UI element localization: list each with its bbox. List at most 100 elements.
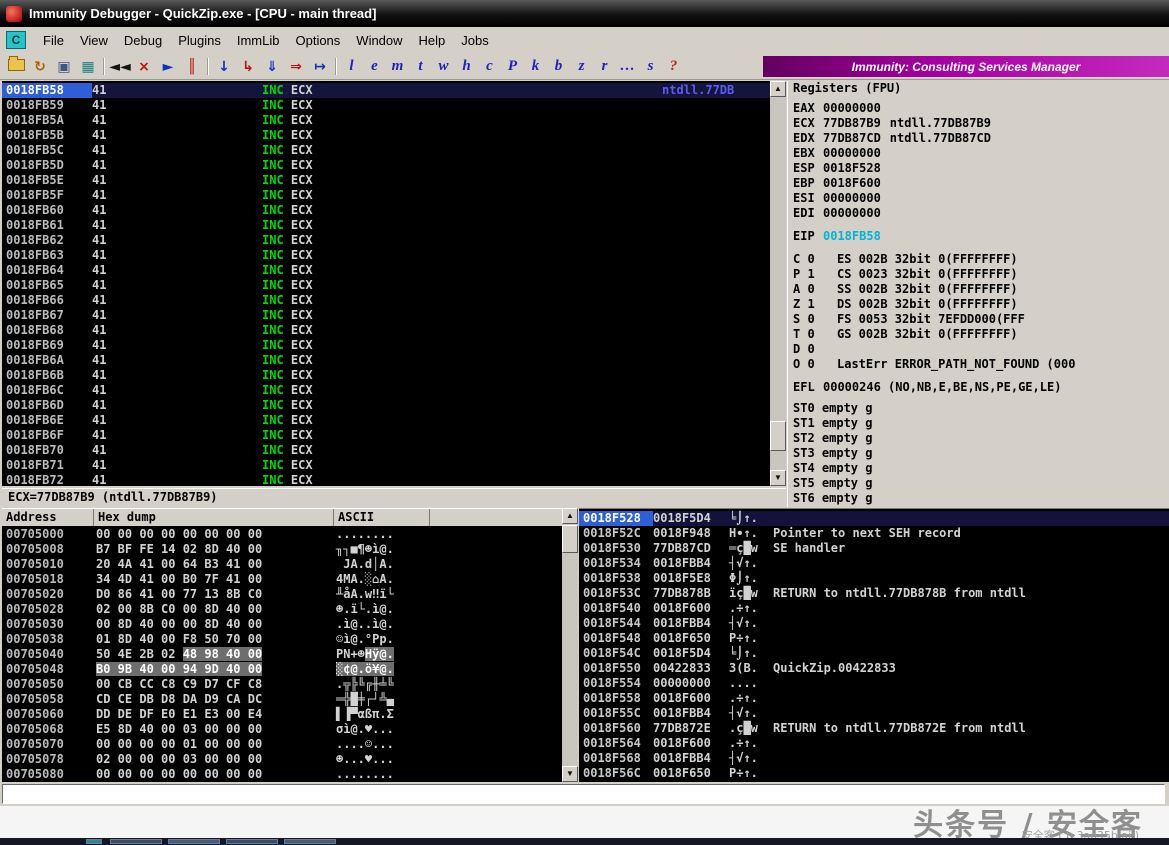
stack-row[interactable]: 0018F54C0018F5D4╘⌡↑. <box>579 646 1169 661</box>
register-row[interactable]: ECX77DB87B9ntdll.77DB87B9 <box>788 116 1169 131</box>
toolbar-letter-t[interactable]: t <box>409 55 432 77</box>
register-row[interactable]: EDX77DB87CDntdll.77DB87CD <box>788 131 1169 146</box>
taskbar-item[interactable] <box>226 839 278 844</box>
disasm-row[interactable]: 0018FB6741INC ECX <box>2 308 770 323</box>
stack-row[interactable]: 0018F5340018FBB4┤√↑. <box>579 556 1169 571</box>
dump-row[interactable]: 0070508000 00 00 00 00 00 00 00........ <box>2 767 562 782</box>
disasm-row[interactable]: 0018FB5941INC ECX <box>2 98 770 113</box>
stack-row[interactable]: 0018F56C0018F650P÷↑. <box>579 766 1169 781</box>
run-icon[interactable]: ► <box>156 56 180 78</box>
fpu-row[interactable]: ST5 empty g <box>788 476 1169 491</box>
pause-icon[interactable]: ║ <box>180 56 204 78</box>
register-row[interactable]: EBX00000000 <box>788 146 1169 161</box>
dump-row[interactable]: 00705060DD DE DF E0 E1 E3 00 E4▌▐▀αßπ.Σ <box>2 707 562 722</box>
disasm-row[interactable]: 0018FB5B41INC ECX <box>2 128 770 143</box>
dump-row[interactable]: 0070507802 00 00 00 03 00 00 00☻...♥... <box>2 752 562 767</box>
taskbar-item[interactable] <box>86 839 102 844</box>
stack-row[interactable]: 0018F56077DB872E.ç█wRETURN to ntdll.77DB… <box>579 721 1169 736</box>
toolbar-letter-k[interactable]: k <box>524 55 547 77</box>
dump-row[interactable]: 0070505000 CB CC C8 C9 D7 CF C8.╦╠╚╔╫╧╚ <box>2 677 562 692</box>
scrollbar-thumb[interactable] <box>562 525 578 553</box>
flag-row[interactable]: T 0GS 002B 32bit 0(FFFFFFFF) <box>788 327 1169 342</box>
disasm-row[interactable]: 0018FB6241INC ECX <box>2 233 770 248</box>
flag-row[interactable]: S 0FS 0053 32bit 7EFDD000(FFF <box>788 312 1169 327</box>
taskbar-item[interactable] <box>284 839 336 844</box>
toolbar-letter-r[interactable]: r <box>593 55 616 77</box>
dump-row[interactable]: 0070507000 00 00 00 01 00 00 00....☺... <box>2 737 562 752</box>
step-into-icon[interactable]: ↓ <box>212 56 236 78</box>
disasm-row[interactable]: 0018FB6F41INC ECX <box>2 428 770 443</box>
scrollbar-thumb[interactable] <box>770 421 786 451</box>
register-row[interactable]: ESP0018F528 <box>788 161 1169 176</box>
disasm-row[interactable]: 0018FB6C41INC ECX <box>2 383 770 398</box>
stack-row[interactable]: 0018F550004228333(B.QuickZip.00422833 <box>579 661 1169 676</box>
disasm-row[interactable]: 0018FB6941INC ECX <box>2 338 770 353</box>
dump-row[interactable]: 00705058CD CE DB D8 DA D9 CA DC═╬█╪┌┘╩▄ <box>2 692 562 707</box>
flag-row[interactable]: O 0LastErr ERROR_PATH_NOT_FOUND (000 <box>788 357 1169 372</box>
disasm-row[interactable]: 0018FB6441INC ECX <box>2 263 770 278</box>
fpu-row[interactable]: ST1 empty g <box>788 416 1169 431</box>
menu-item-file[interactable]: File <box>35 29 72 52</box>
register-row[interactable]: ESI00000000 <box>788 191 1169 206</box>
title-bar[interactable]: Immunity Debugger - QuickZip.exe - [CPU … <box>0 0 1169 27</box>
stack-row[interactable]: 0018F52C0018F948H∙↑.Pointer to next SEH … <box>579 526 1169 541</box>
dump-row[interactable]: 0070501020 4A 41 00 64 B3 41 00 JA.d│A. <box>2 557 562 572</box>
menu-item-view[interactable]: View <box>72 29 116 52</box>
memory-map-icon[interactable]: ▦ <box>76 56 100 78</box>
disassembly-scrollbar[interactable]: ▲ ▼ <box>770 81 786 486</box>
scroll-down-icon[interactable]: ▼ <box>770 470 786 486</box>
efl-row[interactable]: EFL00000246 (NO,NB,E,BE,NS,PE,GE,LE) <box>788 380 1169 395</box>
dump-row[interactable]: 00705068E5 8D 40 00 03 00 00 00σì@.♥... <box>2 722 562 737</box>
window-icon[interactable]: ▣ <box>52 56 76 78</box>
dump-scrollbar[interactable]: ▲ ▼ <box>562 508 578 782</box>
register-row[interactable]: EDI00000000 <box>788 206 1169 221</box>
toolbar-letter-P[interactable]: P <box>501 55 524 77</box>
disasm-row[interactable]: 0018FB5841INC ECXntdll.77DB <box>2 83 770 98</box>
flag-row[interactable]: P 1CS 0023 32bit 0(FFFFFFFF) <box>788 267 1169 282</box>
flag-row[interactable]: C 0ES 002B 32bit 0(FFFFFFFF) <box>788 252 1169 267</box>
disasm-row[interactable]: 0018FB5E41INC ECX <box>2 173 770 188</box>
flag-row[interactable]: Z 1DS 002B 32bit 0(FFFFFFFF) <box>788 297 1169 312</box>
memory-dump-panel[interactable]: 0070500000 00 00 00 00 00 00 00........ 0… <box>2 526 562 782</box>
dump-row[interactable]: 00705020D0 86 41 00 77 13 8B C0╨åA.w‼ï└ <box>2 587 562 602</box>
toolbar-letter-l[interactable]: l <box>340 55 363 77</box>
disasm-row[interactable]: 0018FB6B41INC ECX <box>2 368 770 383</box>
eip-row[interactable]: EIP0018FB58 <box>788 229 1169 244</box>
stack-row[interactable]: 0018F5580018F600.÷↑. <box>579 691 1169 706</box>
disasm-row[interactable]: 0018FB6E41INC ECX <box>2 413 770 428</box>
flag-row[interactable]: D 0 <box>788 342 1169 357</box>
disasm-row[interactable]: 0018FB7141INC ECX <box>2 458 770 473</box>
register-row[interactable]: EAX00000000 <box>788 101 1169 116</box>
step-over-icon[interactable]: ↳ <box>236 56 260 78</box>
stack-row[interactable]: 0018F5440018FBB4┤√↑. <box>579 616 1169 631</box>
trace-over-icon[interactable]: ⇒ <box>284 56 308 78</box>
dump-row[interactable]: 0070504050 4E 2B 02 48 98 40 00PN+☻Hÿ@. <box>2 647 562 662</box>
stack-row[interactable]: 0018F5480018F650P÷↑. <box>579 631 1169 646</box>
fpu-row[interactable]: ST0 empty g <box>788 401 1169 416</box>
toolbar-letter-b[interactable]: b <box>547 55 570 77</box>
stack-row[interactable]: 0018F55C0018FBB4┤√↑. <box>579 706 1169 721</box>
disasm-row[interactable]: 0018FB5F41INC ECX <box>2 188 770 203</box>
toolbar-letter-w[interactable]: w <box>432 55 455 77</box>
open-file-icon[interactable] <box>4 54 28 76</box>
dump-row[interactable]: 00705048B0 9B 40 00 94 9D 40 00░¢@.ö¥@. <box>2 662 562 677</box>
disasm-row[interactable]: 0018FB5A41INC ECX <box>2 113 770 128</box>
kill-icon[interactable]: × <box>132 56 156 78</box>
stack-row[interactable]: 0018F5400018F600.÷↑. <box>579 601 1169 616</box>
disasm-row[interactable]: 0018FB6041INC ECX <box>2 203 770 218</box>
dump-row[interactable]: 0070503000 8D 40 00 00 8D 40 00.ì@..ì@. <box>2 617 562 632</box>
trace-into-icon[interactable]: ⇓ <box>260 56 284 78</box>
flag-row[interactable]: A 0SS 002B 32bit 0(FFFFFFFF) <box>788 282 1169 297</box>
step-back-icon[interactable]: ◄◄ <box>108 56 132 78</box>
taskbar-item[interactable] <box>110 839 162 844</box>
fpu-row[interactable]: ST2 empty g <box>788 431 1169 446</box>
disasm-row[interactable]: 0018FB6D41INC ECX <box>2 398 770 413</box>
menu-item-help[interactable]: Help <box>411 29 454 52</box>
disasm-row[interactable]: 0018FB7241INC ECX <box>2 473 770 486</box>
toolbar-letter-s[interactable]: s <box>639 55 662 77</box>
dump-row[interactable]: 0070500000 00 00 00 00 00 00 00........ <box>2 527 562 542</box>
menu-item-plugins[interactable]: Plugins <box>170 29 229 52</box>
disasm-row[interactable]: 0018FB6541INC ECX <box>2 278 770 293</box>
disassembly-panel[interactable]: 0018FB5841INC ECXntdll.77DB0018FB5941INC… <box>2 81 770 486</box>
menu-item-immlib[interactable]: ImmLib <box>229 29 288 52</box>
